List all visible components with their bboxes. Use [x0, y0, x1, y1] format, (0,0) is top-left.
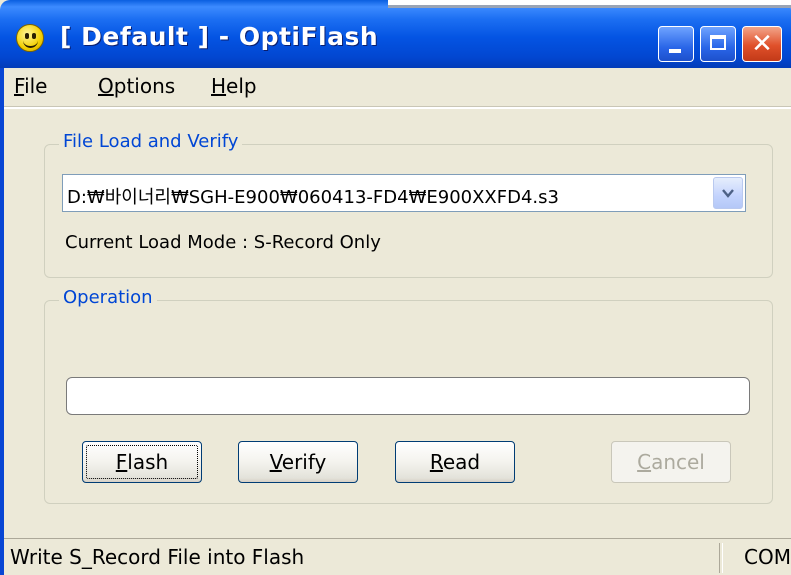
status-port: COM: [744, 545, 791, 569]
menu-bar: File Options Help: [4, 68, 791, 106]
cancel-button[interactable]: Cancel: [611, 441, 731, 483]
status-bar: Write S_Record File into Flash COM: [4, 538, 791, 575]
desktop-strip-shadow: [388, 5, 791, 8]
chevron-down-icon: [722, 189, 734, 198]
menu-help[interactable]: Help: [211, 74, 257, 98]
menu-help-label: elp: [226, 74, 257, 98]
menu-options[interactable]: Options: [98, 74, 175, 98]
menu-options-accel: O: [98, 74, 114, 98]
smiley-mouth: [23, 38, 38, 48]
title-bar[interactable]: [ Default ] - OptiFlash ✕: [0, 0, 791, 68]
flash-button[interactable]: Flash: [82, 441, 202, 483]
status-divider: [719, 543, 723, 573]
menu-file-accel: F: [14, 74, 25, 98]
progress-bar: [66, 377, 750, 415]
close-icon: ✕: [751, 29, 773, 59]
verify-button-label: erify: [281, 450, 327, 474]
window-title: [ Default ] - OptiFlash: [60, 22, 379, 51]
smiley-icon[interactable]: [16, 24, 44, 52]
operation-group-label: Operation: [59, 287, 157, 308]
focus-rect: [86, 445, 198, 479]
verify-button[interactable]: Verify: [238, 441, 358, 483]
read-button-accel: R: [429, 450, 443, 474]
dropdown-button[interactable]: [713, 177, 743, 209]
cancel-button-accel: C: [637, 450, 652, 474]
menu-separator: [4, 106, 791, 109]
cancel-button-label: ancel: [651, 450, 705, 474]
menu-file-label: ile: [24, 74, 48, 98]
read-button[interactable]: Read: [395, 441, 515, 483]
load-mode-text: Current Load Mode : S-Record Only: [65, 232, 381, 253]
file-path-value: D:₩바이너리₩SGH-E900₩060413-FD4₩E900XXFD4.s3: [67, 187, 559, 208]
app-window: [ Default ] - OptiFlash ✕ File Options H…: [0, 0, 791, 575]
maximize-icon: [710, 35, 726, 50]
menu-options-label: ptions: [113, 74, 176, 98]
file-path-combobox[interactable]: D:₩바이너리₩SGH-E900₩060413-FD4₩E900XXFD4.s3: [62, 174, 746, 212]
close-button[interactable]: ✕: [742, 26, 782, 62]
file-load-group-label: File Load and Verify: [59, 131, 243, 152]
minimize-button[interactable]: [658, 26, 694, 62]
menu-file[interactable]: File: [14, 74, 47, 98]
status-text: Write S_Record File into Flash: [10, 545, 305, 569]
minimize-icon: [669, 49, 681, 53]
window-frame-left: [0, 68, 4, 575]
maximize-button[interactable]: [700, 26, 736, 62]
verify-button-accel: V: [269, 450, 282, 474]
menu-help-accel: H: [211, 74, 227, 98]
read-button-label: ead: [442, 450, 481, 474]
